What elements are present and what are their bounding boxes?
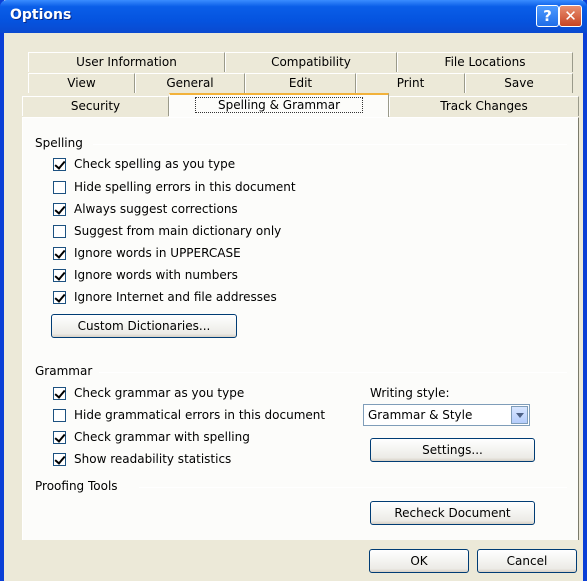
checkbox-checked-icon[interactable] [53,157,66,171]
option-label: Ignore Internet and file addresses [74,290,277,304]
ignore-internet-addresses[interactable]: Ignore Internet and file addresses [53,288,277,306]
check-grammar-as-you-type[interactable]: Check grammar as you type [53,384,244,402]
checkbox-checked-icon[interactable] [53,246,66,260]
proofing-tools-heading: Proofing Tools [35,479,124,493]
option-label: Hide spelling errors in this document [74,180,296,194]
option-label: Check grammar with spelling [74,430,250,444]
tab-general[interactable]: General [135,73,245,93]
ignore-words-with-numbers[interactable]: Ignore words with numbers [53,266,238,284]
tab-view[interactable]: View [28,73,135,93]
tab-spelling-grammar[interactable]: Spelling & Grammar [169,93,389,117]
checkbox-checked-icon[interactable] [53,202,66,216]
always-suggest-corrections[interactable]: Always suggest corrections [53,200,238,218]
suggest-from-main-dictionary[interactable]: Suggest from main dictionary only [53,222,281,240]
option-label: Ignore words in UPPERCASE [74,246,241,260]
grammar-heading: Grammar [35,364,99,378]
writing-style-select[interactable]: Grammar & Style [363,404,530,426]
ignore-uppercase[interactable]: Ignore words in UPPERCASE [53,244,241,262]
spelling-heading: Spelling [35,136,89,150]
checkbox-checked-icon[interactable] [53,268,66,282]
close-button[interactable]: ✕ [559,5,582,27]
hide-spelling-errors[interactable]: Hide spelling errors in this document [53,178,296,196]
settings-button[interactable]: Settings... [370,438,535,462]
writing-style-label: Writing style: [370,386,450,400]
dialog-title: Options [10,7,72,23]
checkbox-checked-icon[interactable] [53,430,66,444]
checkbox-unchecked-icon[interactable] [53,224,66,238]
chevron-down-icon[interactable] [511,406,528,424]
title-bar[interactable]: Options ? ✕ [0,0,587,33]
option-label: Check grammar as you type [74,386,245,400]
option-label: Show readability statistics [74,452,232,466]
tab-spelling-grammar-label: Spelling & Grammar [194,97,364,113]
tab-track-changes[interactable]: Track Changes [389,96,579,116]
spelling-grammar-panel: Spelling Check spelling as you type Hide… [22,117,579,540]
tab-security[interactable]: Security [22,96,169,116]
checkbox-checked-icon[interactable] [53,452,66,466]
spelling-divider [93,144,567,145]
option-label: Ignore words with numbers [74,268,238,282]
option-label: Hide grammatical errors in this document [74,408,326,422]
option-label: Always suggest corrections [74,202,238,216]
tab-compatibility[interactable]: Compatibility [225,52,397,72]
tab-row-1: User Information Compatibility File Loca… [28,52,573,72]
tab-user-information[interactable]: User Information [28,52,225,72]
option-label: Check spelling as you type [74,157,236,171]
checkbox-unchecked-icon[interactable] [53,180,66,194]
tab-row-2: View General Edit Print Save [28,73,573,93]
proofing-divider [139,487,567,488]
hide-grammatical-errors[interactable]: Hide grammatical errors in this document [53,406,325,424]
tab-edit[interactable]: Edit [245,73,356,93]
help-button[interactable]: ? [536,5,559,27]
check-spelling-as-you-type[interactable]: Check spelling as you type [53,155,235,173]
tab-file-locations[interactable]: File Locations [397,52,573,72]
checkbox-checked-icon[interactable] [53,386,66,400]
writing-style-value: Grammar & Style [368,408,473,422]
checkbox-checked-icon[interactable] [53,290,66,304]
tab-print[interactable]: Print [356,73,465,93]
option-label: Suggest from main dictionary only [74,224,282,238]
ok-button[interactable]: OK [369,549,469,573]
show-readability-statistics[interactable]: Show readability statistics [53,450,231,468]
recheck-document-button[interactable]: Recheck Document [370,501,535,525]
cancel-button[interactable]: Cancel [477,549,577,573]
tab-row-3: Security Track Changes Spelling & Gramma… [22,93,579,117]
custom-dictionaries-button[interactable]: Custom Dictionaries... [51,314,237,338]
checkbox-unchecked-icon[interactable] [53,408,66,422]
check-grammar-with-spelling[interactable]: Check grammar with spelling [53,428,250,446]
tab-save[interactable]: Save [465,73,573,93]
grammar-divider [99,372,567,373]
